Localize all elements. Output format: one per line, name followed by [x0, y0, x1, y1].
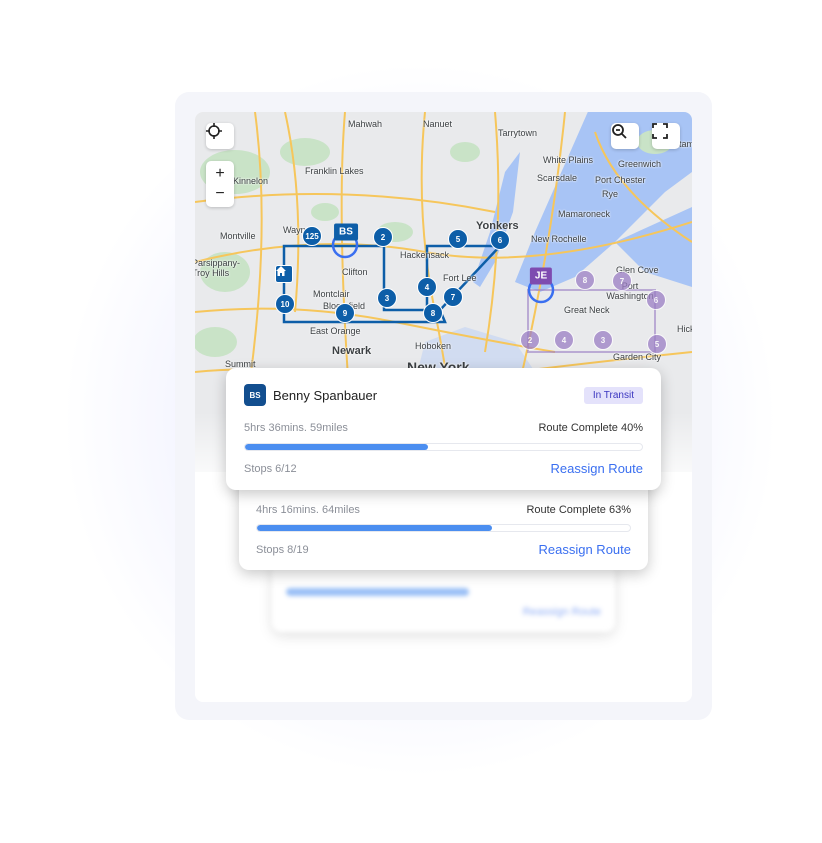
route-progress-bar	[244, 443, 643, 451]
route-duration: 5hrs 36mins. 59miles	[244, 422, 348, 434]
place-label: Parsippany-Troy Hills	[195, 258, 241, 278]
reassign-route-link[interactable]: Reassign Route	[523, 606, 601, 618]
status-badge: In Transit	[583, 386, 643, 404]
route-duration: 4hrs 16mins. 64miles	[256, 504, 360, 516]
route-progress-fill	[286, 588, 469, 596]
place-label: Rye	[602, 189, 619, 199]
avatar: BS	[244, 384, 266, 406]
place-label: Montville	[220, 231, 256, 241]
zoom-in-button[interactable]: +	[215, 164, 224, 184]
stop-marker[interactable]: 5	[448, 229, 468, 249]
place-label: East Orange	[310, 326, 361, 336]
place-label: Port Chester	[595, 175, 646, 185]
secondary-stop-marker[interactable]: 3	[593, 330, 613, 350]
route-card[interactable]: BS Benny Spanbauer In Transit 5hrs 36min…	[226, 368, 661, 490]
route-progress-bar	[256, 524, 631, 532]
secondary-stop-marker[interactable]: 7	[612, 271, 632, 291]
secondary-stop-marker[interactable]: 2	[520, 330, 540, 350]
locate-button[interactable]	[206, 123, 234, 149]
place-label: Great Neck	[564, 305, 610, 315]
place-label: Tarrytown	[498, 128, 538, 138]
secondary-stop-marker[interactable]: 5	[647, 334, 667, 354]
place-label: Clifton	[342, 267, 368, 277]
place-label: Hackensack	[400, 250, 450, 260]
fullscreen-icon	[652, 123, 668, 139]
place-label: Newark	[332, 345, 372, 357]
home-icon	[276, 266, 286, 276]
stop-marker[interactable]: 125	[302, 226, 322, 246]
place-label: Nanuet	[423, 119, 453, 129]
place-label: Franklin Lakes	[305, 166, 364, 176]
route-complete: Route Complete 63%	[526, 504, 631, 516]
crosshair-icon	[206, 123, 222, 139]
search-map-button[interactable]	[611, 123, 639, 149]
place-label: Mahwah	[348, 119, 383, 129]
stop-marker[interactable]: 8	[423, 303, 443, 323]
place-label: Scarsdale	[537, 173, 578, 183]
secondary-stop-marker[interactable]: 6	[646, 290, 666, 310]
stop-marker[interactable]: 7	[443, 287, 463, 307]
stop-marker[interactable]: 3	[377, 288, 397, 308]
place-label: Greenwich	[618, 159, 662, 169]
stop-marker[interactable]: 4	[417, 277, 437, 297]
driver-name: Benny Spanbauer	[273, 387, 378, 403]
driver-tag-bs[interactable]: BS	[334, 223, 358, 241]
stops-count: Stops 6/12	[244, 462, 297, 475]
route-progress-fill	[245, 444, 428, 450]
place-label: New Rochelle	[531, 234, 587, 244]
fullscreen-button[interactable]	[652, 123, 680, 149]
reassign-route-link[interactable]: Reassign Route	[539, 542, 632, 557]
route-card[interactable]: Reassign Route	[272, 560, 615, 632]
driver-tag-je[interactable]: JE	[529, 267, 553, 285]
stop-marker[interactable]: 9	[335, 303, 355, 323]
zoom-out-button[interactable]: −	[215, 184, 224, 204]
zoom-search-icon	[612, 124, 627, 139]
reassign-route-link[interactable]: Reassign Route	[551, 461, 644, 476]
place-label: Mamaroneck	[558, 209, 611, 219]
route-complete: Route Complete 40%	[538, 422, 643, 434]
stops-count: Stops 8/19	[256, 543, 309, 556]
place-label: Kinnelon	[233, 176, 269, 186]
route-progress-fill	[257, 525, 492, 531]
stop-marker[interactable]: 10	[275, 294, 295, 314]
home-marker[interactable]	[275, 265, 293, 283]
place-label: Hick	[677, 324, 692, 334]
secondary-stop-marker[interactable]: 8	[575, 270, 595, 290]
stop-marker[interactable]: 2	[373, 227, 393, 247]
place-label: Montclair	[313, 289, 350, 299]
stop-marker[interactable]: 6	[490, 230, 510, 250]
secondary-stop-marker[interactable]: 4	[554, 330, 574, 350]
place-label: White Plains	[543, 155, 594, 165]
zoom-controls: + −	[206, 161, 234, 207]
place-label: Fort Lee	[443, 273, 477, 283]
place-label: Hoboken	[415, 341, 452, 351]
